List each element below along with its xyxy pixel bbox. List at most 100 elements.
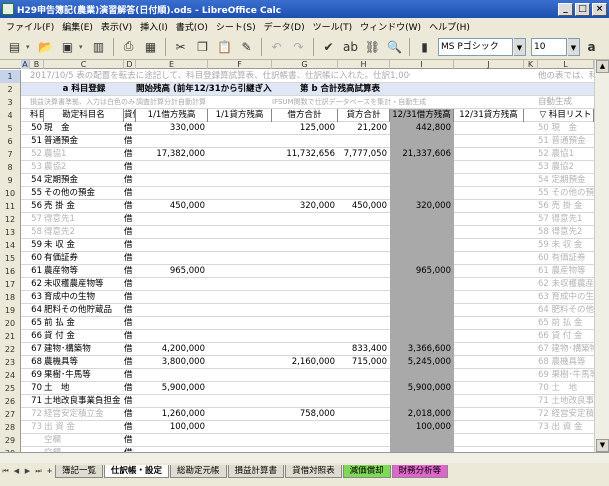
column-header-a[interactable]: A [21,60,30,69]
cell-d8[interactable]: 借 [124,161,136,174]
cell-l5[interactable]: 50 現 金 [538,122,594,135]
menu-item-0[interactable]: ファイル(F) [2,20,58,33]
last-sheet-icon[interactable]: ⏭ [33,467,44,476]
print-preview-icon[interactable]: ▦ [140,37,161,57]
cell-h5[interactable]: 21,200 [338,122,390,135]
cell-d13[interactable]: 借 [124,226,136,239]
cell-d15[interactable]: 借 [124,252,136,265]
cell-e4[interactable]: 1/1借方残高 [136,109,208,122]
cell-i25[interactable]: 5,900,000 [390,382,454,395]
cell-d19[interactable]: 借 [124,304,136,317]
row-header[interactable]: 27 [0,408,21,421]
cell-b26[interactable]: 71 [30,395,44,408]
row-header[interactable]: 5 [0,122,21,135]
cell-l12[interactable]: 57 得意先1 [538,213,594,226]
cell-d9[interactable]: 借 [124,174,136,187]
row-header[interactable]: 16 [0,265,21,278]
paste-icon[interactable]: 📋 [214,37,235,57]
cell-d24[interactable]: 借 [124,369,136,382]
row-header[interactable]: 6 [0,135,21,148]
row-header[interactable]: 19 [0,304,21,317]
row-header[interactable]: 14 [0,239,21,252]
cell-d4[interactable]: 貸借 [124,109,136,122]
cell-l4[interactable]: ▽ 科目リスト [538,109,594,122]
cell-c15[interactable]: 有価証券 [44,252,124,265]
row-header[interactable]: 29 [0,434,21,447]
cell-d17[interactable]: 借 [124,278,136,291]
row-header[interactable]: 20 [0,317,21,330]
row-header[interactable]: 11 [0,200,21,213]
cell-i16[interactable]: 965,000 [390,265,454,278]
cell-l25[interactable]: 70 土 地 [538,382,594,395]
menu-item-4[interactable]: 書式(O) [172,20,212,33]
cell-g11[interactable]: 320,000 [272,200,338,213]
menu-item-7[interactable]: ツール(T) [309,20,357,33]
cell-b10[interactable]: 55 [30,187,44,200]
cell-d12[interactable]: 借 [124,213,136,226]
column-header-f[interactable]: F [208,60,272,69]
cell-b9[interactable]: 54 [30,174,44,187]
cell-i4[interactable]: 12/31借方残高 [390,109,454,122]
cell-c7[interactable]: 農協1 [44,148,124,161]
clone-formatting-icon[interactable]: ✎ [236,37,257,57]
cell-d23[interactable]: 借 [124,356,136,369]
cell-c9[interactable]: 定期預金 [44,174,124,187]
row-header[interactable]: 10 [0,187,21,200]
menu-item-5[interactable]: シート(S) [212,20,260,33]
row-header[interactable]: 24 [0,369,21,382]
row-header[interactable]: 23 [0,356,21,369]
cell-c19[interactable]: 肥料その他貯蔵品 [44,304,124,317]
cell-c11[interactable]: 売 掛 金 [44,200,124,213]
cell-d28[interactable]: 借 [124,421,136,434]
cell-b12[interactable]: 57 [30,213,44,226]
cell-b17[interactable]: 62 [30,278,44,291]
cell-d11[interactable]: 借 [124,200,136,213]
cell-i27[interactable]: 2,018,000 [390,408,454,421]
cell-c17[interactable]: 未収穫農産物等 [44,278,124,291]
cell-d26[interactable]: 借 [124,395,136,408]
cell-l7[interactable]: 52 農協1 [538,148,594,161]
horizontal-scrollbar[interactable] [0,453,609,463]
add-sheet-icon[interactable]: + [44,467,55,475]
row-header[interactable]: 3 [0,96,21,109]
cell-d16[interactable]: 借 [124,265,136,278]
cell-e16[interactable]: 965,000 [136,265,208,278]
cell-l22[interactable]: 67 建物･構築物 [538,343,594,356]
cell-l13[interactable]: 58 得意先2 [538,226,594,239]
open-folder-icon[interactable]: 📂 [35,37,56,57]
cell-l10[interactable]: 55 その他の預金 [538,187,594,200]
menu-item-2[interactable]: 表示(V) [97,20,136,33]
cell-b13[interactable]: 58 [30,226,44,239]
cell-l28[interactable]: 73 出 資 金 [538,421,594,434]
menu-item-9[interactable]: ヘルプ(H) [425,20,474,33]
cell-b28[interactable]: 73 [30,421,44,434]
cell-h22[interactable]: 833,400 [338,343,390,356]
row-header[interactable]: 21 [0,330,21,343]
cell-b1[interactable]: 2017/10/5 表の配置を転去に途記して、科目登録算試算表、仕訳帳書、仕訳帳… [30,70,410,83]
column-header-e[interactable]: E [136,60,208,69]
cell-e7[interactable]: 17,382,000 [136,148,208,161]
cell-h4[interactable]: 貸方合計 [338,109,390,122]
scroll-down-icon[interactable]: ▼ [596,439,609,452]
row-header[interactable]: 25 [0,382,21,395]
cell-e22[interactable]: 4,200,000 [136,343,208,356]
bold-icon[interactable]: a [581,37,602,57]
column-header-j[interactable]: J [454,60,524,69]
row-header[interactable]: 17 [0,278,21,291]
column-header-h[interactable]: H [338,60,390,69]
close-button[interactable]: × [592,2,607,16]
column-header-c[interactable]: C [44,60,124,69]
row-header[interactable]: 4 [0,109,21,122]
undo-icon[interactable]: ↶ [266,37,287,57]
cell-l15[interactable]: 60 有価証券 [538,252,594,265]
export-pdf-icon[interactable]: ▥ [88,37,109,57]
chart-icon[interactable]: ▮ [414,37,435,57]
spreadsheet-grid[interactable]: ABCDEFGHIJKL 1 2017/10/5 表の配置を転去に途記して、科目登… [0,60,609,452]
cell-d5[interactable]: 借 [124,122,136,135]
scroll-up-icon[interactable]: ▲ [596,60,609,73]
menu-item-8[interactable]: ウィンドウ(W) [356,20,425,33]
cell-g5[interactable]: 125,000 [272,122,338,135]
sheet-tab-4[interactable]: 貸借対照表 [285,464,342,478]
cell-b4[interactable]: 科目 [30,109,44,122]
menu-item-3[interactable]: 挿入(I) [136,20,172,33]
